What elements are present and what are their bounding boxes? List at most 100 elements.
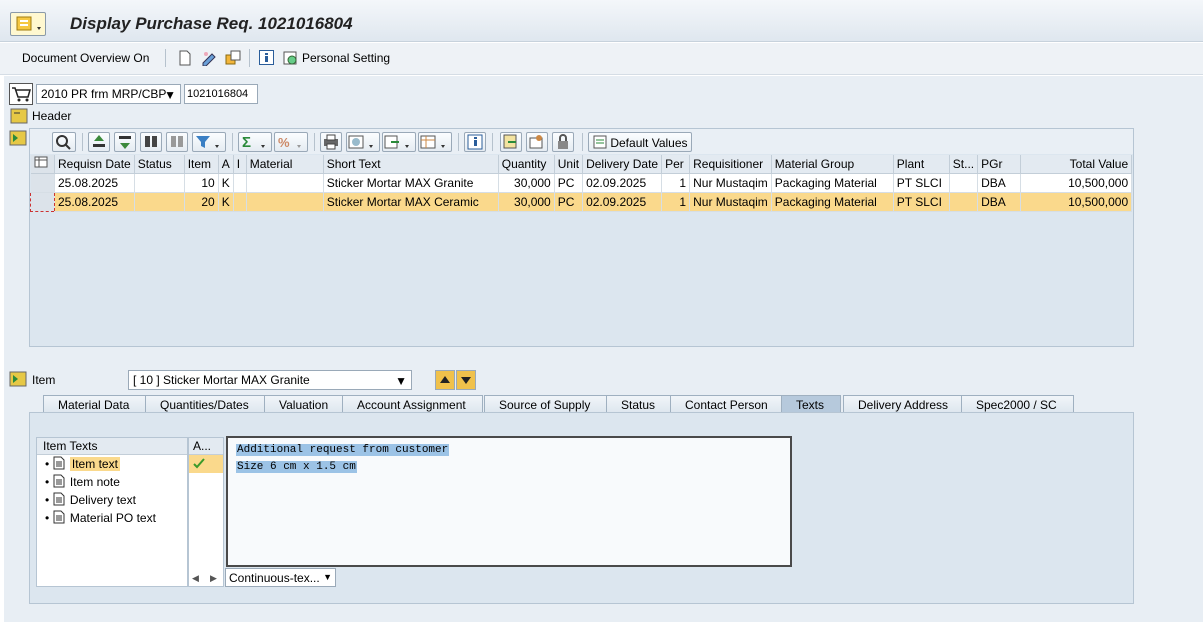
tree-node-item-text[interactable]: • Item text <box>37 455 187 473</box>
document-type-select[interactable]: 2010 PR frm MRP/CBP ▼ <box>36 84 181 104</box>
tab-valuation[interactable]: Valuation <box>264 395 346 413</box>
tab-texts[interactable]: Texts <box>781 395 842 413</box>
column-header[interactable]: Requisn Date <box>54 155 135 174</box>
table-cell <box>233 192 247 212</box>
tab-source-of-supply[interactable]: Source of Supply <box>484 395 608 413</box>
column-header[interactable]: Short Text <box>323 155 499 174</box>
total-icon[interactable]: Σ <box>238 132 272 152</box>
tab-delivery-address[interactable]: Delivery Address <box>843 395 966 413</box>
table-cell: 10 <box>184 173 219 193</box>
find-next-icon[interactable] <box>166 132 188 152</box>
table-cell: 25.08.2025 <box>54 192 135 212</box>
default-values-button[interactable]: Default Values <box>588 132 692 152</box>
tab-spec2000-sc[interactable]: Spec2000 / SC <box>961 395 1074 413</box>
other-document-icon[interactable] <box>225 50 241 69</box>
scroll-right-icon[interactable]: ▶ <box>210 573 217 584</box>
item-select[interactable]: [ 10 ] Sticker Mortar MAX Granite ▼ <box>128 370 412 390</box>
item-label: Item <box>32 373 56 387</box>
table-row[interactable]: 25.08.2025 20 K Sticker Mortar MAX Ceram… <box>30 191 1133 212</box>
info-icon[interactable] <box>464 132 486 152</box>
new-document-icon[interactable] <box>178 50 192 69</box>
column-header[interactable]: PGr <box>977 155 1022 174</box>
header-expand-icon[interactable] <box>10 108 28 127</box>
sort-descending-icon[interactable] <box>114 132 136 152</box>
account-icon[interactable] <box>526 132 548 152</box>
table-header-row: Requisn Date Status Item A I Material Sh… <box>30 155 1133 174</box>
views-icon[interactable] <box>346 132 380 152</box>
chevron-down-icon: ▼ <box>323 572 332 582</box>
menu-icon[interactable] <box>10 12 46 36</box>
column-header[interactable]: Material <box>246 155 324 174</box>
row-selector[interactable] <box>30 191 55 212</box>
table-cell: 1 <box>661 173 691 193</box>
column-header[interactable]: A <box>218 155 234 174</box>
table-cell <box>949 192 979 212</box>
table-cell: 10,500,000 <box>1020 173 1133 193</box>
table-cell <box>233 173 247 193</box>
separator <box>232 133 233 151</box>
copy-icon[interactable] <box>500 132 522 152</box>
table-cell: 20 <box>184 192 219 212</box>
tab-status[interactable]: Status <box>606 395 673 413</box>
separator <box>492 133 493 151</box>
table-cell: K <box>218 192 234 212</box>
tree-node-item-note[interactable]: • Item note <box>37 473 187 491</box>
document-icon <box>53 456 67 473</box>
sort-ascending-icon[interactable] <box>88 132 110 152</box>
subtotal-icon[interactable]: % <box>274 132 308 152</box>
tree-node-material-po-text[interactable]: • Material PO text <box>37 509 187 527</box>
table-cell: 02.09.2025 <box>582 192 663 212</box>
column-header[interactable]: Status <box>134 155 185 174</box>
previous-item-button[interactable] <box>435 370 455 390</box>
column-header[interactable]: Requisitioner <box>689 155 772 174</box>
tree-node-delivery-text[interactable]: • Delivery text <box>37 491 187 509</box>
checkmark-icon <box>189 455 223 473</box>
column-header[interactable]: I <box>233 155 247 174</box>
scroll-left-icon[interactable]: ◀ <box>192 573 199 584</box>
column-header[interactable]: St... <box>949 155 979 174</box>
personal-setting-icon[interactable] <box>283 50 299 69</box>
tab-account-assignment[interactable]: Account Assignment <box>342 395 483 413</box>
edit-pencil-icon[interactable] <box>201 50 217 69</box>
column-header[interactable]: Unit <box>554 155 584 174</box>
print-icon[interactable] <box>320 132 342 152</box>
details-icon[interactable] <box>52 132 76 152</box>
document-overview-button[interactable]: Document Overview On <box>22 51 149 65</box>
table-cell <box>246 173 324 193</box>
column-header[interactable]: Item <box>184 155 219 174</box>
column-header[interactable]: Quantity <box>498 155 555 174</box>
personal-setting-button[interactable]: Personal Setting <box>302 51 390 65</box>
find-icon[interactable] <box>140 132 162 152</box>
column-header[interactable]: Per <box>661 155 691 174</box>
table-cell <box>134 192 185 212</box>
separator <box>314 133 315 151</box>
table-row[interactable]: 25.08.2025 10 K Sticker Mortar MAX Grani… <box>30 173 1133 193</box>
column-header[interactable]: Delivery Date <box>582 155 663 174</box>
column-header[interactable]: Plant <box>893 155 950 174</box>
column-header[interactable]: Material Group <box>771 155 894 174</box>
table-cell: 1 <box>661 192 691 212</box>
info-icon[interactable] <box>259 50 274 68</box>
default-values-icon <box>593 135 607 152</box>
table-cell: 10,500,000 <box>1020 192 1133 212</box>
select-all-icon[interactable] <box>30 155 55 174</box>
tab-contact-person[interactable]: Contact Person <box>670 395 785 413</box>
export-icon[interactable] <box>382 132 416 152</box>
lock-icon[interactable] <box>552 132 574 152</box>
grid-toolbar: Σ % Default Values <box>30 129 1133 154</box>
tab-quantities-dates[interactable]: Quantities/Dates <box>145 395 266 413</box>
items-collapse-icon[interactable] <box>9 130 27 149</box>
text-format-select[interactable]: Continuous-tex... ▼ <box>225 568 336 587</box>
shopping-cart-icon[interactable] <box>9 83 33 105</box>
tab-material-data[interactable]: Material Data <box>43 395 147 413</box>
layout-icon[interactable] <box>418 132 452 152</box>
row-selector[interactable] <box>30 173 55 193</box>
table-cell: Packaging Material <box>771 173 894 193</box>
next-item-button[interactable] <box>456 370 476 390</box>
column-header[interactable]: Total Value <box>1020 155 1133 174</box>
filter-icon[interactable] <box>192 132 226 152</box>
item-collapse-icon[interactable] <box>9 371 27 390</box>
separator <box>165 49 166 67</box>
text-editor[interactable]: Additional request from customer Size 6 … <box>226 436 792 567</box>
table-cell: 25.08.2025 <box>54 173 135 193</box>
